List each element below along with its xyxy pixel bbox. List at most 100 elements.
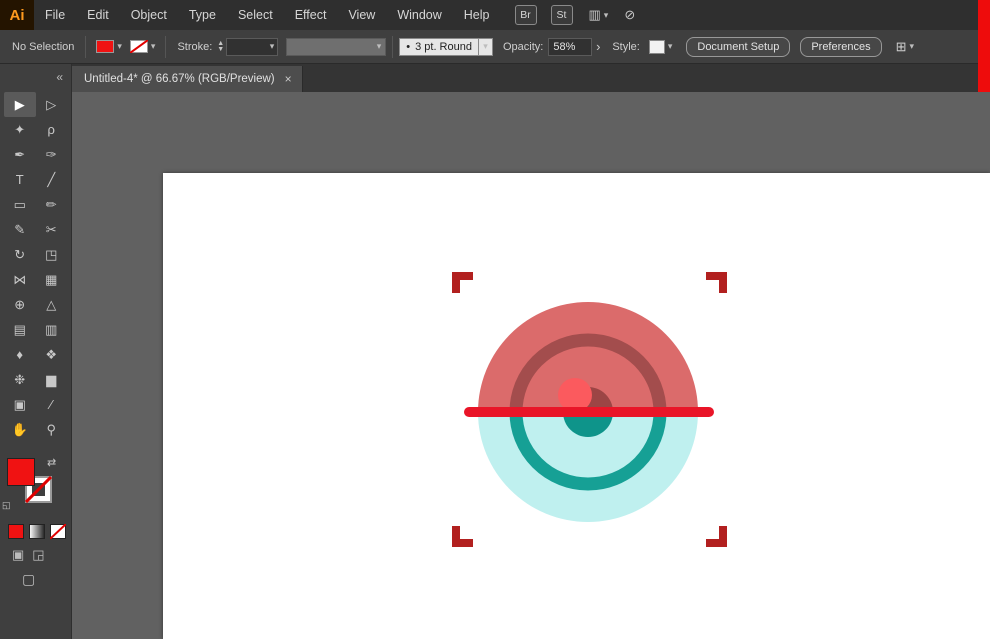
divider (85, 36, 86, 58)
draw-behind-icon[interactable]: ◲ (32, 547, 44, 563)
draw-normal-icon[interactable]: ▣ (12, 547, 24, 563)
change-screen-mode-icon[interactable]: ▢ (22, 571, 35, 587)
swap-fill-stroke-icon[interactable]: ⇄ (47, 456, 56, 469)
menu-window[interactable]: Window (386, 0, 452, 30)
tools-panel: « ▶ ▷ ✦ ρ ✒ ✑ T ╱ ▭ ✏ ✎ ✂ ↻ ◳ ⋈ ▦ ⊕ △ ▤ … (0, 64, 72, 639)
tool-shape-builder[interactable]: ⊕ (4, 292, 36, 317)
tool-gradient[interactable]: ▥ (36, 317, 68, 342)
opacity-value: 58% (553, 41, 575, 53)
tool-grid: ▶ ▷ ✦ ρ ✒ ✑ T ╱ ▭ ✏ ✎ ✂ ↻ ◳ ⋈ ▦ ⊕ △ ▤ ▥ … (0, 90, 71, 444)
workspace-switcher[interactable]: ▥ ▾ (589, 7, 609, 23)
brush-definition-chevron[interactable]: ▾ (479, 38, 493, 56)
style-label: Style: (612, 41, 640, 53)
chevron-down-icon: ▾ (483, 41, 488, 52)
device-preview-button[interactable]: ⊘ (624, 7, 635, 23)
tool-magic-wand[interactable]: ✦ (4, 117, 36, 142)
corner-bracket-top-right (706, 272, 727, 293)
document-tab-title: Untitled-4* @ 66.67% (RGB/Preview) (84, 73, 275, 85)
tool-line-segment[interactable]: ╱ (36, 167, 68, 192)
chevron-down-icon: ▾ (668, 41, 673, 52)
bridge-button[interactable]: Br (515, 5, 537, 25)
tool-mesh[interactable]: ▤ (4, 317, 36, 342)
tool-symbol-sprayer[interactable]: ❉ (4, 367, 36, 392)
tool-lasso[interactable]: ρ (36, 117, 68, 142)
tool-hand[interactable]: ✋ (4, 417, 36, 442)
align-icon: ⊞ (896, 39, 907, 55)
workspace-icon: ▥ (589, 7, 601, 23)
menu-view[interactable]: View (337, 0, 386, 30)
menu-edit[interactable]: Edit (76, 0, 120, 30)
menu-effect[interactable]: Effect (284, 0, 338, 30)
tool-zoom[interactable]: ⚲ (36, 417, 68, 442)
document-setup-button[interactable]: Document Setup (686, 37, 790, 57)
tool-pen[interactable]: ✒ (4, 142, 36, 167)
stroke-weight-input[interactable]: ▾ (226, 38, 278, 56)
graphic-style-swatch (649, 40, 665, 54)
stroke-color-swatch (130, 40, 148, 53)
menu-select[interactable]: Select (227, 0, 284, 30)
canvas-area[interactable] (72, 92, 990, 639)
stepper-down-icon[interactable]: ▼ (217, 47, 224, 53)
tool-rotate[interactable]: ↻ (4, 242, 36, 267)
tool-rectangle[interactable]: ▭ (4, 192, 36, 217)
default-fill-stroke-icon[interactable]: ◱ (2, 500, 11, 511)
document-tab[interactable]: Untitled-4* @ 66.67% (RGB/Preview) × (72, 66, 303, 92)
gradient-button[interactable] (29, 524, 45, 539)
stroke-color-dropdown[interactable]: ▾ (130, 40, 156, 53)
chevron-down-icon: ▾ (604, 10, 609, 21)
chevron-down-icon: ▾ (377, 41, 382, 52)
brush-definition-dropdown[interactable]: • 3 pt. Round (399, 38, 479, 56)
collapse-panel-button[interactable]: « (0, 64, 71, 90)
tool-artboard[interactable]: ▣ (4, 392, 36, 417)
stroke-weight-label: Stroke: (177, 41, 212, 53)
selection-status: No Selection (12, 41, 74, 53)
tool-perspective-grid[interactable]: △ (36, 292, 68, 317)
tool-selection[interactable]: ▶ (4, 92, 36, 117)
corner-bracket-bottom-left (452, 526, 473, 547)
eye-scan-artwork[interactable] (448, 268, 738, 558)
stroke-weight-stepper[interactable]: ▲ ▼ (217, 41, 224, 53)
artboard[interactable] (163, 173, 990, 639)
tool-column-graph[interactable]: ▆ (36, 367, 68, 392)
illustrator-window: Ai File Edit Object Type Select Effect V… (0, 0, 990, 639)
tool-free-transform[interactable]: ▦ (36, 267, 68, 292)
tool-scissors[interactable]: ✂ (36, 217, 68, 242)
align-options-dropdown[interactable]: ⊞ ▾ (896, 39, 914, 55)
device-preview-icon: ⊘ (624, 7, 635, 23)
menu-object[interactable]: Object (120, 0, 178, 30)
tool-slice[interactable]: ∕ (36, 392, 68, 417)
fill-color-swatch (96, 40, 114, 53)
tool-blend[interactable]: ❖ (36, 342, 68, 367)
color-button[interactable] (8, 524, 24, 539)
tool-curvature[interactable]: ✑ (36, 142, 68, 167)
opacity-flyout-arrow[interactable]: › (592, 38, 604, 56)
document-tab-bar: Untitled-4* @ 66.67% (RGB/Preview) × (72, 64, 990, 92)
app-logo[interactable]: Ai (0, 0, 34, 30)
divider (165, 36, 166, 58)
graphic-style-dropdown[interactable]: ▾ (649, 40, 673, 54)
tool-type[interactable]: T (4, 167, 36, 192)
none-button[interactable] (50, 524, 66, 539)
opacity-input[interactable]: 58% (548, 38, 592, 56)
tool-scale[interactable]: ◳ (36, 242, 68, 267)
close-icon[interactable]: × (285, 72, 292, 86)
variable-width-profile-dropdown[interactable]: ▾ (286, 38, 386, 56)
divider (392, 36, 393, 58)
tool-paintbrush[interactable]: ✏ (36, 192, 68, 217)
stock-button[interactable]: St (551, 5, 573, 25)
menu-type[interactable]: Type (178, 0, 227, 30)
corner-bracket-top-left (452, 272, 473, 293)
fill-swatch-large[interactable] (7, 458, 35, 486)
fill-color-dropdown[interactable]: ▾ (96, 40, 122, 53)
tool-direct-selection[interactable]: ▷ (36, 92, 68, 117)
chevron-down-icon: ▾ (151, 41, 156, 52)
chevron-down-icon: ▾ (117, 41, 122, 52)
tool-eyedropper[interactable]: ♦ (4, 342, 36, 367)
tool-width[interactable]: ⋈ (4, 267, 36, 292)
menu-file[interactable]: File (34, 0, 76, 30)
tool-shaper[interactable]: ✎ (4, 217, 36, 242)
menu-help[interactable]: Help (453, 0, 501, 30)
red-edge-strip (978, 0, 990, 92)
corner-bracket-bottom-right (706, 526, 727, 547)
preferences-button[interactable]: Preferences (800, 37, 881, 57)
